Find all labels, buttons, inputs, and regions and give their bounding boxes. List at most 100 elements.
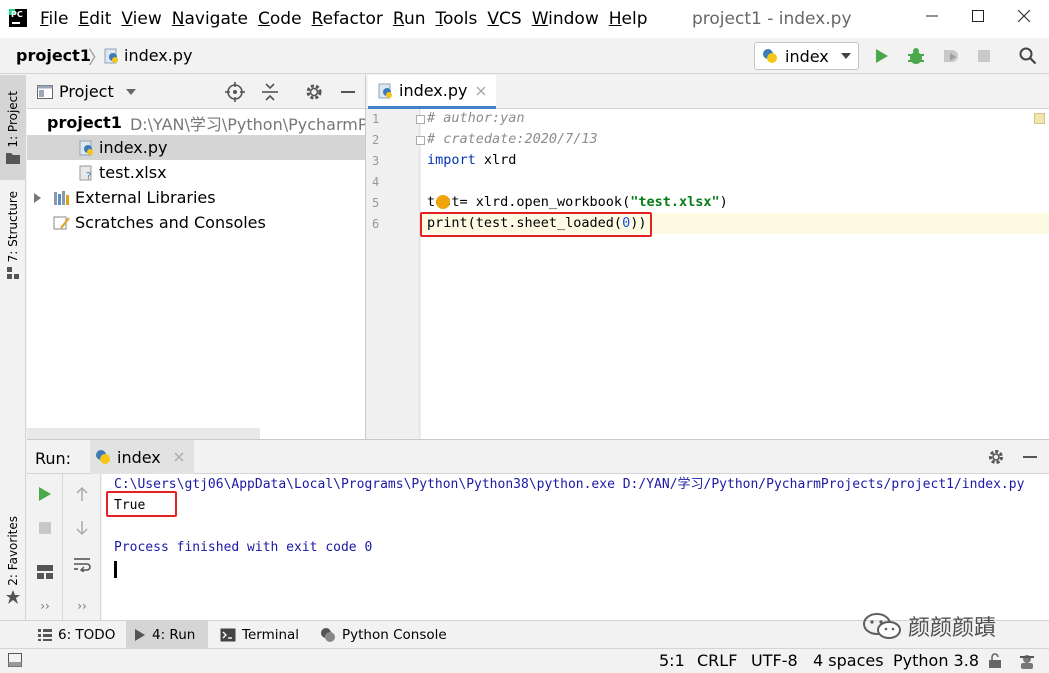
editor-tab-index-py[interactable]: index.py — [368, 75, 497, 109]
breadcrumb-project[interactable]: project1 — [16, 46, 91, 65]
line-number: 3 — [372, 154, 380, 168]
tab-terminal[interactable]: Terminal — [212, 621, 307, 649]
bug-icon — [908, 48, 924, 64]
run-toolbar-secondary: ›› — [63, 474, 101, 620]
tab-project[interactable]: 1: Project — [0, 75, 26, 180]
stop-run-button[interactable] — [33, 516, 57, 540]
double-chevron-icon: ›› — [40, 599, 50, 613]
tab-favorites[interactable]: 2: Favorites — [0, 510, 26, 610]
inspection-status-icon[interactable] — [1034, 113, 1045, 124]
tool-windows-icon — [8, 653, 22, 667]
highlight-annotation-output — [106, 491, 177, 517]
debug-button[interactable] — [904, 44, 928, 68]
menu-code[interactable]: Code — [254, 9, 308, 29]
navigation-bar: project1 〉 index.py index — [0, 38, 1049, 74]
layout-button[interactable] — [33, 560, 57, 584]
rerun-button[interactable] — [33, 482, 57, 506]
menu-edit[interactable]: Edit — [74, 9, 117, 29]
run-console[interactable]: C:\Users\gtj06\AppData\Local\Programs\Py… — [102, 474, 1049, 620]
search-everywhere-button[interactable] — [1016, 44, 1040, 68]
menu-run[interactable]: Run — [389, 9, 432, 29]
close-window-button[interactable] — [1001, 0, 1047, 32]
maximize-icon — [972, 10, 984, 22]
library-icon — [54, 190, 69, 205]
fold-marker-icon[interactable] — [416, 136, 425, 145]
hide-run-panel-button[interactable] — [1021, 448, 1039, 470]
menu-refactor[interactable]: Refactor — [308, 9, 389, 29]
menu-window[interactable]: Window — [528, 9, 605, 29]
star-icon — [6, 589, 20, 604]
tab-run[interactable]: 4: Run — [126, 621, 208, 649]
indent-setting[interactable]: 4 spaces — [813, 651, 884, 670]
arrow-up-icon — [76, 486, 88, 501]
line-separator[interactable]: CRLF — [697, 651, 737, 670]
menu-tools[interactable]: Tools — [432, 9, 484, 29]
svg-text:?: ? — [86, 171, 91, 181]
unlock-icon — [989, 653, 1001, 668]
menu-help[interactable]: Help — [605, 9, 654, 29]
close-icon — [1018, 10, 1030, 22]
project-tree-scrollbar[interactable] — [27, 428, 260, 439]
fold-marker-icon[interactable] — [416, 115, 425, 124]
minimize-icon — [1023, 456, 1037, 458]
hector-icon — [1020, 655, 1034, 669]
more-actions-button[interactable]: ›› — [70, 594, 94, 618]
minimize-icon — [926, 15, 938, 17]
minimize-button[interactable] — [909, 0, 955, 32]
console-command-line: C:\Users\gtj06\AppData\Local\Programs\Py… — [114, 477, 1025, 492]
scroll-down-button[interactable] — [70, 516, 94, 540]
close-tab-icon[interactable] — [174, 452, 184, 462]
read-only-toggle[interactable] — [988, 653, 1002, 673]
hide-pane-button[interactable] — [338, 82, 358, 106]
caret-position[interactable]: 5:1 — [659, 651, 685, 670]
tab-structure[interactable]: 7: Structure — [0, 185, 26, 285]
inspector-button[interactable] — [1018, 652, 1036, 673]
tree-item-index-py[interactable]: index.py — [27, 135, 365, 160]
menu-navigate[interactable]: Navigate — [168, 9, 254, 29]
soft-wrap-button[interactable] — [70, 552, 94, 576]
project-view-selector[interactable]: Project — [37, 82, 136, 101]
more-actions-button[interactable]: ›› — [33, 594, 57, 618]
menu-vcs[interactable]: VCS — [483, 9, 527, 29]
todo-list-icon — [38, 629, 52, 641]
tree-item-external-libraries[interactable]: External Libraries — [27, 185, 365, 210]
tree-item-scratches[interactable]: Scratches and Consoles — [27, 210, 365, 235]
left-tool-stripe: 1: Project 7: Structure 2: Favorites — [0, 75, 26, 620]
tab-python-console[interactable]: Python Console — [312, 621, 455, 649]
run-settings-button[interactable] — [987, 448, 1005, 470]
lightbulb-icon[interactable] — [436, 195, 450, 209]
wechat-logo-icon — [863, 613, 901, 639]
unknown-file-icon: ? — [79, 165, 92, 181]
chevron-down-icon — [125, 88, 136, 95]
collapse-all-button[interactable] — [260, 82, 280, 106]
terminal-icon — [220, 628, 236, 642]
run-configuration-select[interactable]: index — [754, 42, 859, 70]
collapse-icon — [262, 83, 278, 101]
locate-button[interactable] — [225, 82, 245, 106]
breadcrumb-file[interactable]: index.py — [104, 46, 192, 65]
toggle-tool-windows-button[interactable] — [8, 653, 22, 671]
stop-icon — [39, 522, 51, 534]
run-button[interactable] — [870, 44, 894, 68]
menu-view[interactable]: View — [117, 9, 167, 29]
project-settings-button[interactable] — [304, 82, 324, 106]
project-tree: project1 D:\YAN\学习\Python\PycharmProject… — [27, 109, 365, 439]
target-icon — [225, 82, 245, 102]
close-tab-icon[interactable] — [476, 86, 486, 96]
menu-file[interactable]: File — [36, 9, 74, 29]
tree-item-project-root[interactable]: project1 D:\YAN\学习\Python\PycharmProject… — [27, 110, 365, 135]
minimize-icon — [341, 91, 355, 93]
folder-icon — [6, 152, 20, 164]
run-with-coverage-button[interactable] — [938, 44, 962, 68]
stop-button[interactable] — [972, 44, 996, 68]
scroll-up-button[interactable] — [70, 482, 94, 506]
file-encoding[interactable]: UTF-8 — [751, 651, 798, 670]
python-interpreter[interactable]: Python 3.8 — [893, 651, 979, 670]
tree-item-test-xlsx[interactable]: ? test.xlsx — [27, 160, 365, 185]
run-tab-index[interactable]: index — [90, 440, 194, 474]
run-panel-label: Run: — [35, 449, 72, 468]
scratches-icon — [53, 216, 70, 229]
maximize-button[interactable] — [955, 0, 1001, 32]
tab-todo[interactable]: 6: TODO — [30, 621, 123, 649]
wrap-icon — [74, 558, 91, 572]
